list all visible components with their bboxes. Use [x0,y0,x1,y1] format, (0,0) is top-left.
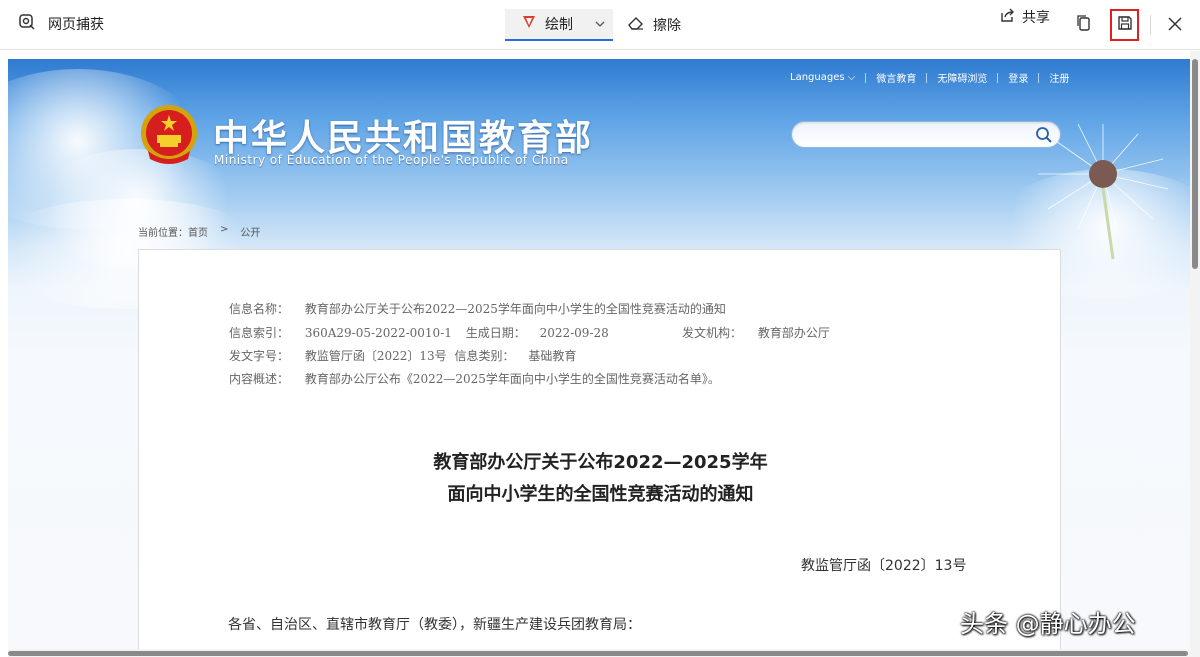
capture-toolbar: 网页捕获 绘制 擦除 共享 [0,0,1200,50]
web-capture-label: 网页捕获 [48,17,104,33]
document-title-line1: 教育部办公厅关于公布2022—2025学年 [433,452,768,473]
eraser-icon [627,15,645,35]
breadcrumb-home[interactable]: 首页 [188,224,208,239]
link-divider [926,72,928,83]
breadcrumb-separator: > [220,224,229,235]
web-capture-title: 网页捕获 [18,13,104,35]
meta-row-docno: 发文字号： 教监管厅函〔2022〕13号 信息类别： 基础教育 [229,349,577,363]
document-addressee: 各省、自治区、直辖市教育厅（教委），新疆生产建设兵团教育局： [228,617,641,633]
save-button[interactable] [1110,9,1139,41]
pen-icon [521,14,537,34]
toolbar-divider [1150,15,1151,35]
share-icon [999,7,1015,27]
share-button[interactable]: 共享 [999,7,1050,27]
save-icon [1117,15,1133,35]
document-number: 教监管厅函〔2022〕13号 [801,558,967,574]
national-emblem-logo[interactable] [138,103,200,167]
dandelion-decoration [1018,119,1178,260]
close-button[interactable] [1160,10,1190,40]
breadcrumb: 当前位置： 首页 > 公开 [138,224,260,239]
horizontal-scroll-thumb[interactable] [8,651,1188,656]
copy-button[interactable] [1069,10,1099,40]
watermark-text: 头条 @静心办公 [960,610,1136,638]
meta-row-org: 发文机构： 教育部办公厅 [682,326,830,340]
draw-label: 绘制 [545,17,573,33]
web-capture-icon [18,13,36,35]
erase-label: 擦除 [653,18,681,34]
site-title-en: Ministry of Education of the People's Re… [214,153,569,167]
languages-link[interactable]: Languages ⌵ [790,72,855,83]
weibo-link[interactable]: 微言教育 [876,70,916,85]
erase-button[interactable]: 擦除 [627,15,681,35]
site-top-links: Languages ⌵ 微言教育 无障碍浏览 登录 注册 [790,70,1069,85]
document-title-line2: 面向中小学生的全国性竞赛活动的通知 [447,484,754,505]
link-divider [997,72,999,83]
breadcrumb-prefix: 当前位置： [138,228,188,239]
link-divider [1038,72,1040,83]
draw-button[interactable]: 绘制 [505,9,613,41]
meta-row-index: 信息索引： 360A29-05-2022-0010-1 生成日期： 2022-0… [229,326,609,340]
accessible-link[interactable]: 无障碍浏览 [937,70,987,85]
vertical-scroll-thumb[interactable] [1192,59,1198,269]
vertical-scrollbar[interactable] [1190,51,1200,657]
link-divider [865,72,867,83]
document-panel: 信息名称： 教育部办公厅关于公布2022—2025学年面向中小学生的全国性竞赛活… [138,249,1061,657]
breadcrumb-current[interactable]: 公开 [240,224,260,239]
meta-row-name: 信息名称： 教育部办公厅关于公布2022—2025学年面向中小学生的全国性竞赛活… [229,302,726,316]
meta-row-summary: 内容概述： 教育部办公厅公布《2022—2025学年面向中小学生的全国性竞赛活动… [229,372,720,386]
chevron-down-icon: ⌵ [847,72,856,83]
chevron-down-icon[interactable] [595,19,605,30]
share-label: 共享 [1022,10,1050,26]
captured-webpage: Languages ⌵ 微言教育 无障碍浏览 登录 注册 中华人民共和国教育部 … [8,59,1190,657]
copy-icon [1076,14,1092,36]
register-link[interactable]: 注册 [1049,70,1069,85]
login-link[interactable]: 登录 [1008,70,1028,85]
horizontal-scrollbar[interactable] [8,649,1190,657]
close-icon [1168,16,1182,35]
